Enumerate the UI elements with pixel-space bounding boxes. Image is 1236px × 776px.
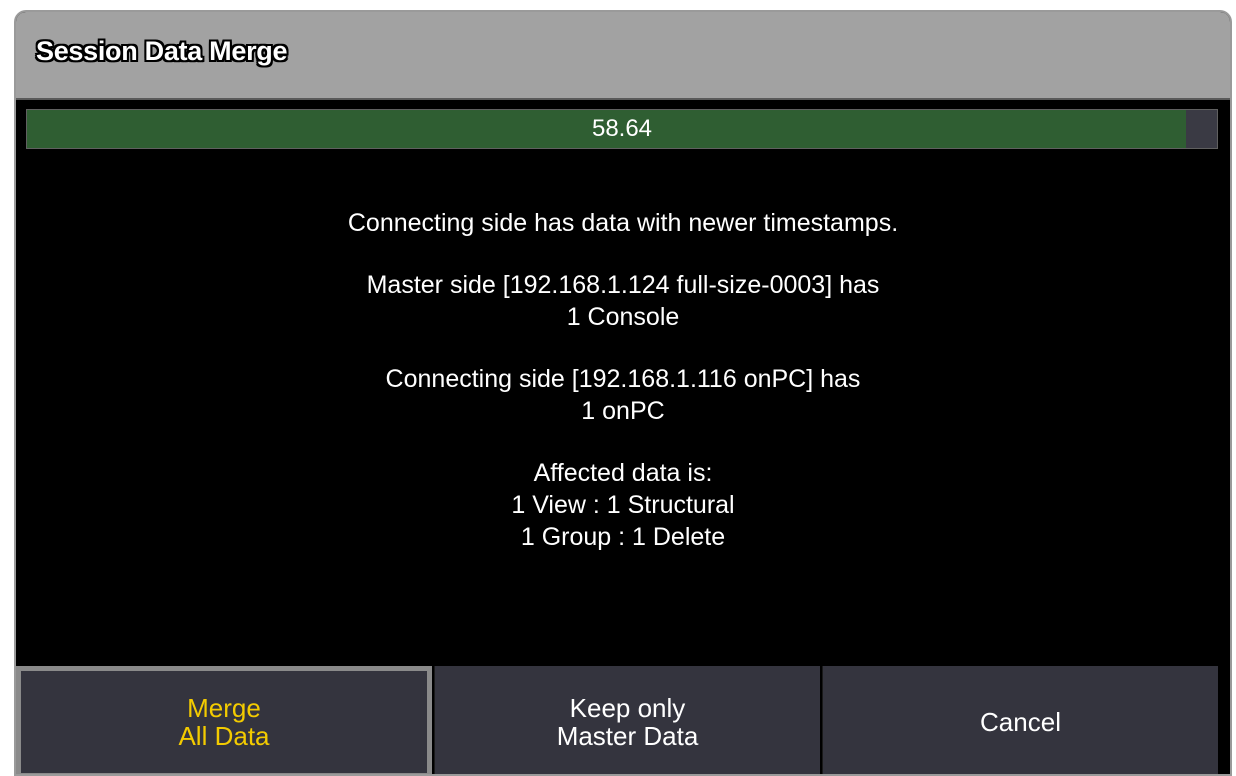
connecting-device-count: 1 onPC — [581, 397, 665, 425]
dialog-title: Session Data Merge — [36, 36, 288, 66]
merge-button-label-line1: Merge — [187, 693, 261, 723]
cancel-button[interactable]: Cancel — [822, 666, 1218, 774]
keep-master-data-button[interactable]: Keep only Master Data — [434, 666, 820, 774]
affected-group: 1 Group : 1 Delete — [520, 523, 726, 551]
connecting-side-text: Connecting side [192.168.1.116 onPC] has — [385, 365, 861, 393]
progress-label: 58.64 — [591, 115, 653, 142]
summary-text: Connecting side has data with newer time… — [347, 209, 899, 237]
master-paragraph: Master side [192.168.1.124 full-size-000… — [16, 269, 1230, 333]
title-bar[interactable]: Session Data Merge — [16, 12, 1230, 100]
master-device-count: 1 Console — [566, 303, 680, 331]
button-row: Merge All Data Keep only Master Data Can… — [16, 666, 1230, 774]
merge-all-data-button[interactable]: Merge All Data — [16, 666, 432, 774]
connecting-paragraph: Connecting side [192.168.1.116 onPC] has… — [16, 363, 1230, 427]
session-merge-dialog: Session Data Merge 58.64 Connecting side… — [14, 10, 1232, 776]
progress-bar: 58.64 — [26, 109, 1218, 149]
affected-view: 1 View : 1 Structural — [511, 491, 735, 519]
keep-button-label-line2: Master Data — [556, 721, 699, 751]
merge-button-label-line2: All Data — [178, 721, 270, 751]
affected-paragraph: Affected data is: 1 View : 1 Structural … — [16, 457, 1230, 553]
message-body: Connecting side has data with newer time… — [16, 207, 1230, 583]
keep-button-label-line1: Keep only — [569, 693, 686, 723]
master-side-text: Master side [192.168.1.124 full-size-000… — [366, 271, 880, 299]
cancel-button-label: Cancel — [980, 707, 1061, 737]
summary-paragraph: Connecting side has data with newer time… — [16, 207, 1230, 239]
affected-header: Affected data is: — [533, 459, 713, 487]
